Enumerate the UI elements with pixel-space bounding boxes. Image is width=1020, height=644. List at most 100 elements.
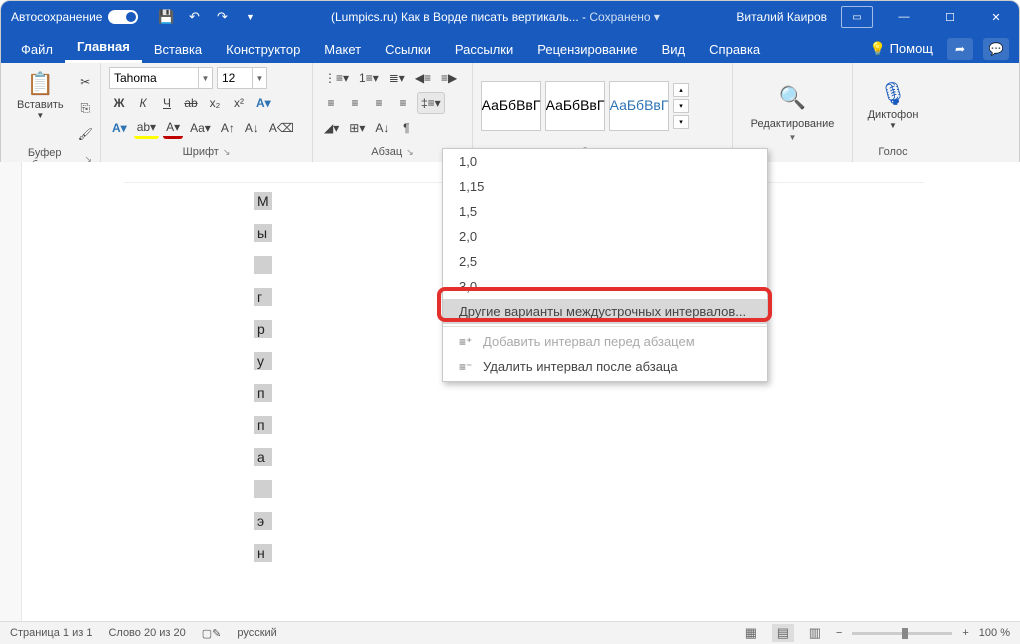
line-spacing-2-0[interactable]: 2,0 [443, 224, 767, 249]
bullets-icon[interactable]: ⋮≡▾ [321, 67, 352, 89]
spellcheck-icon[interactable]: ▢✎ [202, 627, 222, 640]
bold-button[interactable]: Ж [109, 92, 129, 114]
multilevel-icon[interactable]: ≣▾ [386, 67, 408, 89]
style-heading1[interactable]: АаБбВвГ [609, 81, 669, 131]
redo-icon[interactable]: ↷ [214, 9, 230, 25]
editing-label[interactable]: Редактирование [751, 118, 835, 130]
qat-more-icon[interactable]: ▼ [242, 9, 258, 25]
strikethrough-button[interactable]: ab [181, 92, 201, 114]
grow-font-icon[interactable]: A↑ [218, 117, 238, 139]
font-dialog-icon[interactable]: ↘ [223, 147, 231, 158]
comments-button[interactable]: 💬 [983, 38, 1009, 60]
ribbon-display-options-icon[interactable]: ▭ [841, 6, 873, 28]
tab-help[interactable]: Справка [697, 36, 772, 63]
copy-icon[interactable]: ⎘ [75, 97, 96, 119]
show-marks-icon[interactable]: ¶ [396, 117, 416, 139]
tab-design[interactable]: Конструктор [214, 36, 312, 63]
tab-layout[interactable]: Макет [312, 36, 373, 63]
tab-review[interactable]: Рецензирование [525, 36, 649, 63]
align-center-icon[interactable]: ≡ [345, 92, 365, 114]
subscript-button[interactable]: x₂ [205, 92, 225, 114]
clipboard-icon: 📋 [27, 71, 54, 97]
line-spacing-button[interactable]: ‡≡▾ [417, 92, 445, 114]
increase-indent-icon[interactable]: ≡▶ [438, 67, 460, 89]
cut-icon[interactable]: ✂ [75, 71, 96, 93]
zoom-level[interactable]: 100 % [979, 627, 1010, 639]
microphone-icon: 🎙 [879, 81, 907, 107]
language-status[interactable]: русский [237, 627, 276, 639]
undo-icon[interactable]: ↶ [186, 9, 202, 25]
font-color-icon[interactable]: A▾ [109, 117, 130, 139]
find-icon[interactable]: 🔍 [771, 81, 814, 115]
line-spacing-3-0[interactable]: 3,0 [443, 274, 767, 299]
shading-icon[interactable]: ◢▾ [321, 117, 342, 139]
zoom-in-icon[interactable]: + [962, 627, 968, 639]
save-icon[interactable]: 💾 [158, 9, 174, 25]
dictate-button[interactable]: 🎙 Диктофон ▼ [860, 77, 927, 134]
remove-space-after-icon: ≡⁻ [459, 360, 475, 374]
text-effects-icon[interactable]: A▾ [253, 92, 274, 114]
style-normal[interactable]: АаБбВвГ [481, 81, 541, 131]
close-button[interactable]: ✕ [973, 1, 1019, 33]
web-layout-icon[interactable]: ▥ [804, 624, 826, 642]
paragraph-dialog-icon[interactable]: ↘ [406, 147, 414, 158]
align-left-icon[interactable]: ≡ [321, 92, 341, 114]
tab-mailings[interactable]: Рассылки [443, 36, 525, 63]
clear-format-icon[interactable]: A⌫ [266, 117, 297, 139]
format-painter-icon[interactable]: 🖌 [75, 123, 96, 145]
zoom-slider[interactable] [852, 632, 952, 635]
line-spacing-menu: 1,0 1,15 1,5 2,0 2,5 3,0 Другие варианты… [442, 148, 768, 382]
styles-up-icon[interactable]: ▴ [673, 83, 689, 97]
add-space-before[interactable]: ≡⁺ Добавить интервал перед абзацем [443, 329, 767, 354]
paste-button[interactable]: 📋 Вставить ▼ [9, 67, 72, 124]
underline-button[interactable]: Ч [157, 92, 177, 114]
print-layout-icon[interactable]: ▤ [772, 624, 794, 642]
line-spacing-1-5[interactable]: 1,5 [443, 199, 767, 224]
document-title: (Lumpics.ru) Как в Ворде писать вертикал… [268, 10, 722, 24]
style-no-spacing[interactable]: АаБбВвГ [545, 81, 605, 131]
user-name[interactable]: Виталий Каиров [722, 10, 841, 24]
justify-icon[interactable]: ≡ [393, 92, 413, 114]
selected-text[interactable]: Мы группа эн [254, 192, 272, 576]
styles-more-icon[interactable]: ▾ [673, 115, 689, 129]
focus-view-icon[interactable]: ▦ [740, 624, 762, 642]
styles-down-icon[interactable]: ▾ [673, 99, 689, 113]
font-name-input[interactable] [109, 67, 199, 89]
superscript-button[interactable]: x² [229, 92, 249, 114]
remove-space-after[interactable]: ≡⁻ Удалить интервал после абзаца [443, 354, 767, 379]
sort-icon[interactable]: A↓ [372, 117, 392, 139]
shrink-font-icon[interactable]: A↓ [242, 117, 262, 139]
italic-button[interactable]: К [133, 92, 153, 114]
line-spacing-2-5[interactable]: 2,5 [443, 249, 767, 274]
tell-me[interactable]: 💡 Помощ [866, 35, 937, 63]
font-size-dropdown-icon[interactable]: ▼ [253, 67, 267, 89]
decrease-indent-icon[interactable]: ◀≡ [412, 67, 434, 89]
tab-insert[interactable]: Вставка [142, 36, 214, 63]
highlight-icon[interactable]: ab▾ [134, 117, 159, 139]
numbering-icon[interactable]: 1≡▾ [356, 67, 382, 89]
tab-home[interactable]: Главная [65, 33, 142, 63]
maximize-button[interactable]: ☐ [927, 1, 973, 33]
font-size-input[interactable] [217, 67, 253, 89]
line-spacing-options[interactable]: Другие варианты междустрочных интервалов… [443, 299, 767, 324]
tab-view[interactable]: Вид [650, 36, 698, 63]
borders-icon[interactable]: ⊞▾ [346, 117, 368, 139]
add-space-before-icon: ≡⁺ [459, 335, 475, 349]
page-status[interactable]: Страница 1 из 1 [10, 627, 92, 639]
word-count[interactable]: Слово 20 из 20 [108, 627, 185, 639]
statusbar: Страница 1 из 1 Слово 20 из 20 ▢✎ русски… [0, 621, 1020, 644]
titlebar: Автосохранение 💾 ↶ ↷ ▼ (Lumpics.ru) Как … [1, 1, 1019, 33]
ribbon-tabs: Файл Главная Вставка Конструктор Макет С… [1, 33, 1019, 63]
line-spacing-1-0[interactable]: 1,0 [443, 149, 767, 174]
zoom-out-icon[interactable]: − [836, 627, 842, 639]
change-case-icon[interactable]: Aa▾ [187, 117, 214, 139]
align-right-icon[interactable]: ≡ [369, 92, 389, 114]
minimize-button[interactable]: — [881, 1, 927, 33]
font-name-dropdown-icon[interactable]: ▼ [199, 67, 213, 89]
tab-file[interactable]: Файл [9, 36, 65, 63]
autosave-toggle[interactable] [108, 10, 138, 24]
line-spacing-1-15[interactable]: 1,15 [443, 174, 767, 199]
share-button[interactable]: ➦ [947, 38, 973, 60]
tab-references[interactable]: Ссылки [373, 36, 443, 63]
font-color2-icon[interactable]: A▾ [163, 117, 183, 139]
